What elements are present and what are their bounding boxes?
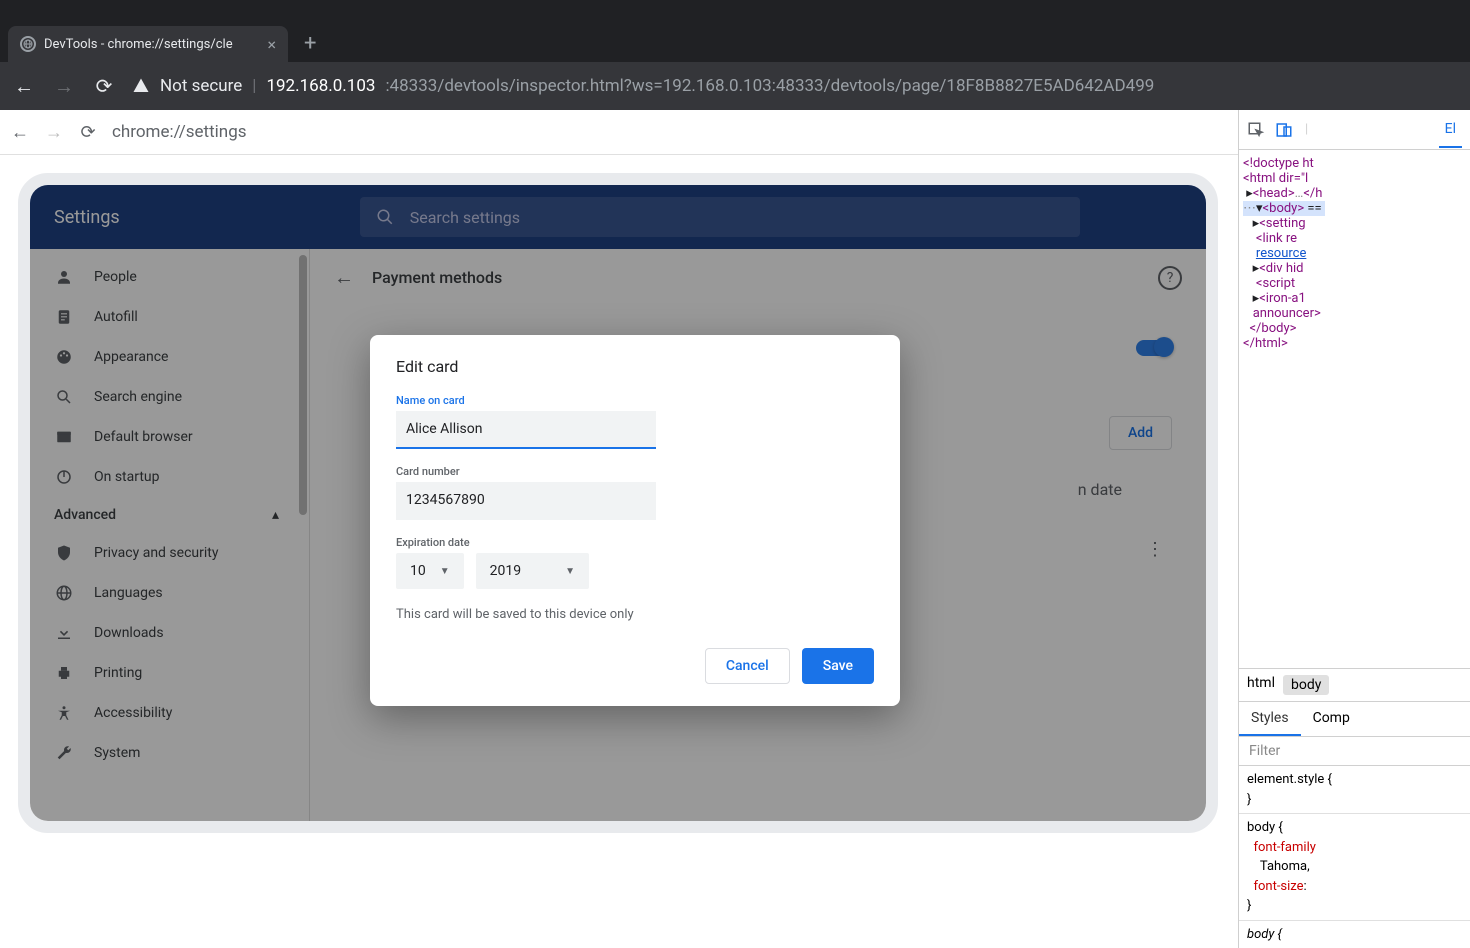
inner-forward-button[interactable]: →: [44, 122, 64, 143]
warning-icon: [132, 77, 150, 95]
not-secure-label: Not secure: [160, 76, 242, 96]
inspect-element-icon[interactable]: [1247, 121, 1265, 139]
device-toggle-icon[interactable]: [1275, 121, 1293, 139]
outer-browser-tab[interactable]: DevTools - chrome://settings/cle ×: [8, 26, 288, 62]
year-value: 2019: [490, 563, 521, 579]
address-separator: |: [252, 76, 256, 96]
expiration-year-select[interactable]: 2019 ▼: [476, 553, 589, 589]
edit-card-dialog: Edit card Name on card Card number Expir…: [370, 335, 900, 706]
outer-tab-title: DevTools - chrome://settings/cle: [44, 37, 233, 52]
inner-toolbar: ← → ⟳ chrome://settings: [0, 110, 1238, 155]
globe-icon: [20, 36, 36, 52]
outer-toolbar: ← → ⟳ Not secure | 192.168.0.103 :48333/d…: [0, 62, 1470, 110]
devtools-elements-tab[interactable]: El: [1439, 112, 1462, 148]
devtools-styles-tabs: Styles Comp: [1239, 701, 1470, 736]
close-tab-icon[interactable]: ×: [267, 35, 276, 54]
devtools-panel: | El <!doctype ht <html dir="l ▸<head>…<…: [1238, 110, 1470, 948]
dialog-note: This card will be saved to this device o…: [396, 607, 874, 622]
styles-filter-input[interactable]: Filter: [1239, 736, 1470, 766]
devtools-dom-tree[interactable]: <!doctype ht <html dir="l ▸<head>…</h ⋯▾…: [1239, 150, 1470, 668]
outer-tab-strip: DevTools - chrome://settings/cle × +: [0, 0, 1470, 62]
expiration-date-label: Expiration date: [396, 536, 874, 549]
address-host: 192.168.0.103: [266, 76, 375, 96]
devtools-breadcrumb[interactable]: html body: [1239, 668, 1470, 701]
devtools-styles-pane[interactable]: element.style { } body { font-family Tah…: [1239, 766, 1470, 948]
device-frame-area: Settings Search settings People Autofill: [0, 155, 1238, 948]
device-viewport: Settings Search settings People Autofill: [18, 173, 1218, 833]
cancel-button[interactable]: Cancel: [705, 648, 790, 684]
expiration-month-select[interactable]: 10 ▼: [396, 553, 464, 589]
inner-address[interactable]: chrome://settings: [112, 122, 1228, 142]
breadcrumb-body[interactable]: body: [1283, 675, 1329, 695]
styles-tab[interactable]: Styles: [1239, 702, 1301, 736]
chevron-down-icon: ▼: [565, 566, 575, 577]
element-style-rule: element.style: [1247, 772, 1324, 787]
computed-tab[interactable]: Comp: [1301, 702, 1362, 736]
card-number-input[interactable]: [396, 482, 656, 520]
outer-reload-button[interactable]: ⟳: [92, 74, 116, 98]
month-value: 10: [410, 563, 426, 579]
name-on-card-label: Name on card: [396, 394, 874, 407]
outer-address-bar[interactable]: Not secure | 192.168.0.103 :48333/devtool…: [132, 76, 1458, 96]
address-path: :48333/devtools/inspector.html?ws=192.16…: [385, 76, 1154, 96]
outer-back-button[interactable]: ←: [12, 74, 36, 99]
card-number-label: Card number: [396, 465, 874, 478]
dialog-title: Edit card: [396, 357, 874, 376]
inner-reload-button[interactable]: ⟳: [78, 122, 98, 143]
name-on-card-input[interactable]: [396, 411, 656, 449]
new-tab-button[interactable]: +: [304, 31, 316, 56]
devtools-toolbar: | El: [1239, 110, 1470, 150]
outer-forward-button[interactable]: →: [52, 74, 76, 99]
inner-back-button[interactable]: ←: [10, 122, 30, 143]
save-button[interactable]: Save: [802, 648, 874, 684]
chevron-down-icon: ▼: [440, 566, 450, 577]
breadcrumb-html[interactable]: html: [1247, 675, 1275, 695]
